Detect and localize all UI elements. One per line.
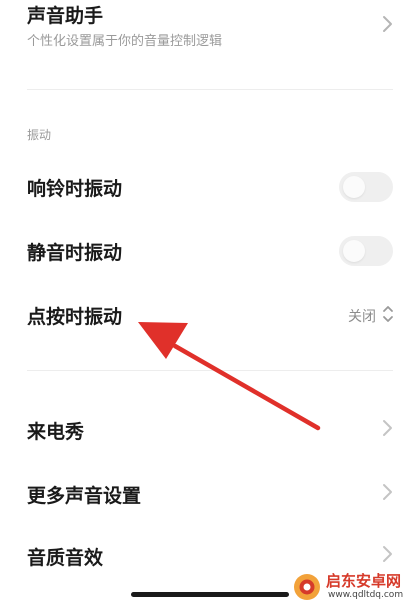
divider	[27, 370, 393, 371]
section-header-vibration: 振动	[27, 128, 52, 142]
list-item-caller-show[interactable]: 来电秀	[0, 405, 420, 453]
divider	[27, 89, 393, 90]
watermark: 启东安卓网 www.qdltdq.com	[290, 568, 420, 605]
ring-vibrate-toggle[interactable]	[339, 172, 393, 202]
sound-assistant-subtitle: 个性化设置属于你的音量控制逻辑	[27, 34, 223, 49]
tap-vibrate-row[interactable]: 点按时振动 关闭	[0, 290, 420, 340]
watermark-name: 启东安卓网	[326, 572, 402, 590]
silent-vibrate-label: 静音时振动	[27, 242, 123, 264]
tap-vibrate-value: 关闭	[348, 309, 376, 325]
silent-vibrate-row: 静音时振动	[0, 225, 420, 275]
watermark-url: www.qdltdq.com	[328, 590, 404, 600]
watermark-logo-icon	[294, 574, 320, 600]
sound-quality-label: 音质音效	[27, 547, 104, 569]
ring-vibrate-row: 响铃时振动	[0, 162, 420, 212]
list-item-more-sound-settings[interactable]: 更多声音设置	[0, 468, 420, 516]
caller-show-label: 来电秀	[27, 421, 85, 443]
toggle-knob	[343, 176, 365, 198]
tap-vibrate-label: 点按时振动	[27, 306, 123, 328]
up-down-chevron-icon	[383, 306, 393, 322]
ring-vibrate-label: 响铃时振动	[27, 178, 123, 200]
more-sound-settings-label: 更多声音设置	[27, 485, 142, 507]
chevron-right-icon	[383, 484, 392, 500]
toggle-knob	[343, 240, 365, 262]
chevron-right-icon	[383, 546, 392, 562]
silent-vibrate-toggle[interactable]	[339, 236, 393, 266]
sound-assistant-row[interactable]: 声音助手 个性化设置属于你的音量控制逻辑	[0, 0, 420, 60]
sound-assistant-title: 声音助手	[27, 5, 104, 27]
home-indicator[interactable]	[131, 592, 289, 597]
chevron-right-icon	[383, 16, 392, 32]
chevron-right-icon	[383, 420, 392, 436]
